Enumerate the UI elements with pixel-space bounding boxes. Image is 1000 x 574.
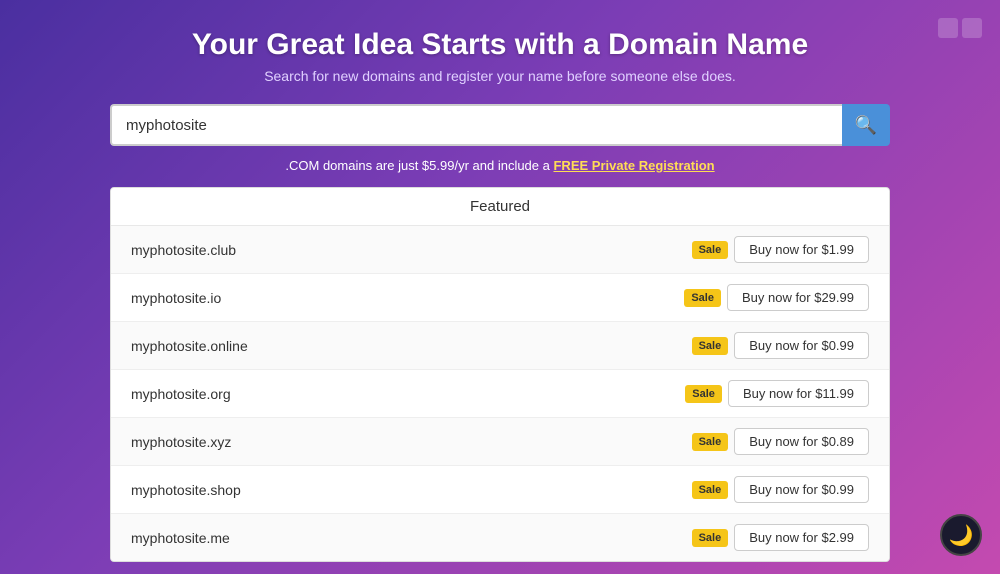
buy-button[interactable]: Buy now for $29.99 <box>727 284 869 311</box>
domain-actions: Sale Buy now for $0.99 <box>692 476 869 503</box>
domain-actions: Sale Buy now for $0.89 <box>692 428 869 455</box>
table-row: myphotosite.me Sale Buy now for $2.99 <box>111 514 889 561</box>
table-row: myphotosite.shop Sale Buy now for $0.99 <box>111 466 889 514</box>
featured-header: Featured <box>111 188 889 226</box>
domain-rows-container: myphotosite.club Sale Buy now for $1.99 … <box>111 226 889 561</box>
sale-badge: Sale <box>692 337 729 355</box>
sale-badge: Sale <box>684 289 721 307</box>
domain-name: myphotosite.club <box>131 242 236 258</box>
sale-badge: Sale <box>692 241 729 259</box>
search-button[interactable]: 🔍 <box>842 104 890 146</box>
dark-mode-button[interactable]: 🌙 <box>940 514 982 556</box>
page-title: Your Great Idea Starts with a Domain Nam… <box>192 28 808 62</box>
ctrl-btn-1[interactable] <box>938 18 958 38</box>
domain-name: myphotosite.online <box>131 338 248 354</box>
domain-name: myphotosite.me <box>131 530 230 546</box>
domain-name: myphotosite.xyz <box>131 434 231 450</box>
domain-actions: Sale Buy now for $2.99 <box>692 524 869 551</box>
table-row: myphotosite.xyz Sale Buy now for $0.89 <box>111 418 889 466</box>
search-icon: 🔍 <box>855 115 877 136</box>
buy-button[interactable]: Buy now for $11.99 <box>728 380 869 407</box>
ctrl-btn-2[interactable] <box>962 18 982 38</box>
promo-text: .COM domains are just $5.99/yr and inclu… <box>285 158 714 173</box>
table-row: myphotosite.org Sale Buy now for $11.99 <box>111 370 889 418</box>
table-row: myphotosite.online Sale Buy now for $0.9… <box>111 322 889 370</box>
promo-prefix: .COM domains are just $5.99/yr and inclu… <box>285 158 553 173</box>
page-subtitle: Search for new domains and register your… <box>264 68 736 84</box>
domain-name: myphotosite.org <box>131 386 231 402</box>
buy-button[interactable]: Buy now for $2.99 <box>734 524 869 551</box>
top-right-controls <box>938 18 982 38</box>
buy-button[interactable]: Buy now for $0.99 <box>734 476 869 503</box>
sale-badge: Sale <box>685 385 722 403</box>
search-bar: 🔍 <box>110 104 890 146</box>
domain-name: myphotosite.shop <box>131 482 241 498</box>
buy-button[interactable]: Buy now for $1.99 <box>734 236 869 263</box>
domain-name: myphotosite.io <box>131 290 221 306</box>
results-container: Featured myphotosite.club Sale Buy now f… <box>110 187 890 562</box>
page-wrapper: Your Great Idea Starts with a Domain Nam… <box>0 0 1000 574</box>
buy-button[interactable]: Buy now for $0.99 <box>734 332 869 359</box>
search-input[interactable] <box>110 104 842 146</box>
buy-button[interactable]: Buy now for $0.89 <box>734 428 869 455</box>
sale-badge: Sale <box>692 481 729 499</box>
domain-actions: Sale Buy now for $29.99 <box>684 284 869 311</box>
domain-actions: Sale Buy now for $0.99 <box>692 332 869 359</box>
domain-actions: Sale Buy now for $1.99 <box>692 236 869 263</box>
sale-badge: Sale <box>692 529 729 547</box>
promo-link[interactable]: FREE Private Registration <box>553 158 714 173</box>
sale-badge: Sale <box>692 433 729 451</box>
table-row: myphotosite.club Sale Buy now for $1.99 <box>111 226 889 274</box>
domain-actions: Sale Buy now for $11.99 <box>685 380 869 407</box>
table-row: myphotosite.io Sale Buy now for $29.99 <box>111 274 889 322</box>
dark-mode-icon: 🌙 <box>949 523 974 548</box>
